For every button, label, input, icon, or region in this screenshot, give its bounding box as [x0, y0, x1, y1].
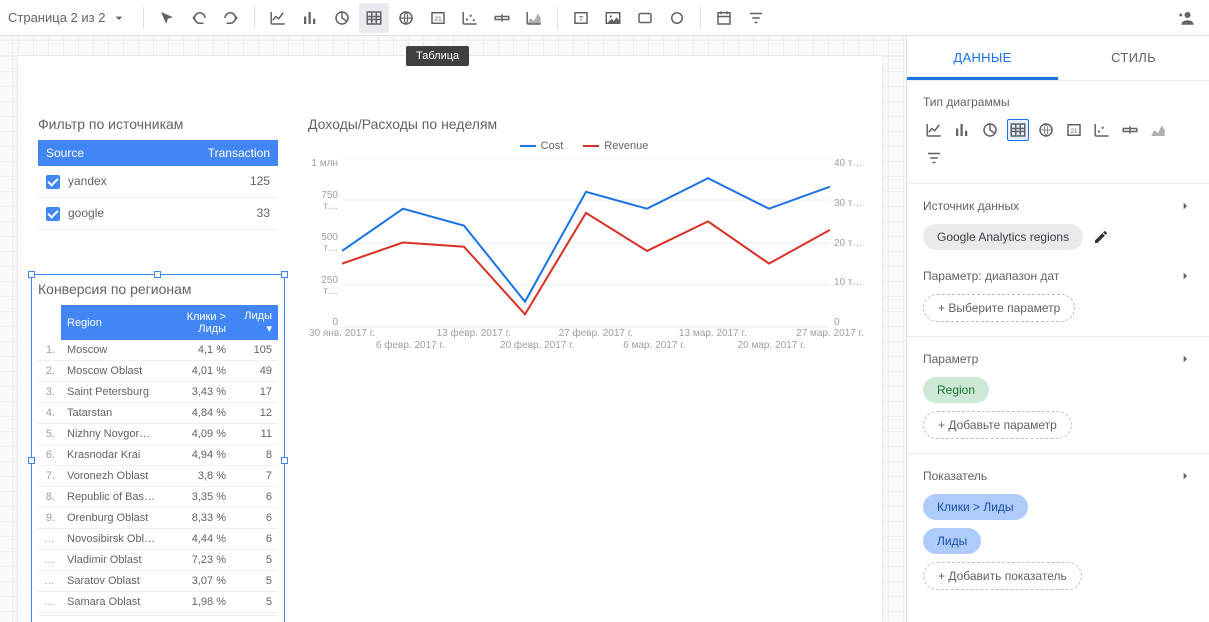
canvas: Фильтр по источникам Source Transaction … [0, 36, 906, 622]
table-chart-icon[interactable] [359, 3, 389, 33]
datasource-chip[interactable]: Google Analytics regions [923, 224, 1083, 250]
ct-filter-icon[interactable] [923, 147, 945, 169]
table-row[interactable]: …Vladimir Oblast7,23 %5 [38, 550, 278, 571]
chevron-right-icon[interactable] [1177, 351, 1193, 367]
text-tool-icon[interactable]: T [566, 3, 596, 33]
undo-button[interactable] [184, 3, 214, 33]
ct-geo-icon[interactable] [1035, 119, 1057, 141]
circle-tool-icon[interactable] [662, 3, 692, 33]
scorecard-icon[interactable]: 21 [423, 3, 453, 33]
table-row[interactable]: 9.Orenburg Oblast8,33 %6 [38, 508, 278, 529]
chart-title: Доходы/Расходы по неделям [308, 116, 860, 132]
page-info[interactable]: Страница 2 из 2 [8, 10, 127, 26]
col-leads: Лиды ▾ [232, 305, 278, 340]
checkbox-icon[interactable] [46, 175, 60, 189]
table-row[interactable]: 7.Voronezh Oblast3,8 %7 [38, 466, 278, 487]
charttype-picker: 21 [923, 119, 1193, 169]
col-source: Source [38, 140, 157, 166]
table-row[interactable]: 6.Krasnodar Krai4,94 %8 [38, 445, 278, 466]
source-row[interactable]: yandex [38, 166, 157, 197]
region-panel[interactable]: Конверсия по регионам Region Клики > Лид… [38, 281, 278, 622]
daterange-add[interactable]: + Выберите параметр [923, 294, 1075, 322]
dimension-chip[interactable]: Region [923, 377, 989, 403]
table-row[interactable]: …Samara Oblast1,98 %5 [38, 592, 278, 613]
rectangle-tool-icon[interactable] [630, 3, 660, 33]
tooltip: Таблица [406, 46, 469, 66]
bar-chart-icon[interactable] [295, 3, 325, 33]
chevron-right-icon[interactable] [1177, 468, 1193, 484]
scatter-chart-icon[interactable] [455, 3, 485, 33]
col-transaction: Transaction [157, 140, 278, 166]
add-person-icon[interactable] [1171, 3, 1201, 33]
col-clicks: Клики > Лиды [162, 305, 232, 340]
ct-table-icon[interactable] [1007, 119, 1029, 141]
tab-data[interactable]: ДАННЫЕ [907, 36, 1058, 80]
filter-panel[interactable]: Фильтр по источникам Source Transaction … [38, 116, 278, 230]
metric-add[interactable]: + Добавить показатель [923, 562, 1082, 590]
line-chart-icon[interactable] [263, 3, 293, 33]
chevron-right-icon[interactable] [1177, 198, 1193, 214]
page-label: Страница 2 из 2 [8, 10, 105, 25]
table-row[interactable]: …Novosibirsk Obl…4,44 %6 [38, 529, 278, 550]
bullet-chart-icon[interactable] [487, 3, 517, 33]
chart-panel[interactable]: Доходы/Расходы по неделям Cost Revenue 1… [308, 116, 860, 356]
area-chart-icon[interactable] [519, 3, 549, 33]
chevron-down-icon [111, 10, 127, 26]
ct-area-icon[interactable] [1147, 119, 1169, 141]
pie-chart-icon[interactable] [327, 3, 357, 33]
dimension-label: Параметр [923, 352, 978, 366]
chart-legend: Cost Revenue [308, 140, 860, 152]
cursor-tool[interactable] [152, 3, 182, 33]
image-tool-icon[interactable] [598, 3, 628, 33]
datasource-label: Источник данных [923, 199, 1019, 213]
ct-scatter-icon[interactable] [1091, 119, 1113, 141]
daterange-label: Параметр: диапазон дат [923, 269, 1059, 283]
geo-chart-icon[interactable] [391, 3, 421, 33]
sidebar: ДАННЫЕ СТИЛЬ Тип диаграммы 21 Источник д… [906, 36, 1209, 622]
metric-chip-1[interactable]: Клики > Лиды [923, 494, 1028, 520]
ct-score-icon[interactable]: 21 [1063, 119, 1085, 141]
svg-text:T: T [579, 14, 584, 23]
checkbox-icon[interactable] [46, 207, 60, 221]
metric-chip-2[interactable]: Лиды [923, 528, 981, 554]
table-row[interactable]: 2.Moscow Oblast4,01 %49 [38, 361, 278, 382]
svg-text:21: 21 [435, 16, 443, 23]
filter-control-icon[interactable] [741, 3, 771, 33]
table-row[interactable]: 1.Moscow4,1 %105 [38, 340, 278, 361]
ct-line-icon[interactable] [923, 119, 945, 141]
source-row[interactable]: google [38, 197, 157, 229]
dimension-add[interactable]: + Добавьте параметр [923, 411, 1072, 439]
chart-svg [342, 158, 830, 328]
table-pager[interactable]: 1 - 50 / 107 [38, 615, 278, 622]
svg-text:21: 21 [1071, 129, 1078, 135]
filter-title: Фильтр по источникам [38, 116, 278, 132]
table-row[interactable]: …Saratov Oblast3,07 %5 [38, 571, 278, 592]
region-title: Конверсия по регионам [38, 281, 278, 297]
charttype-label: Тип диаграммы [923, 95, 1193, 109]
metric-label: Показатель [923, 469, 987, 483]
toolbar: Страница 2 из 2 21 T [0, 0, 1209, 36]
redo-button[interactable] [216, 3, 246, 33]
table-row[interactable]: 4.Tatarstan4,84 %12 [38, 403, 278, 424]
table-row[interactable]: 3.Saint Petersburg3,43 %17 [38, 382, 278, 403]
table-row[interactable]: 5.Nizhny Novgoro…4,09 %11 [38, 424, 278, 445]
table-row[interactable]: 8.Republic of Bas…3,35 %6 [38, 487, 278, 508]
col-region: Region [61, 305, 162, 340]
chevron-right-icon[interactable] [1177, 268, 1193, 284]
edit-datasource-icon[interactable] [1093, 229, 1109, 245]
ct-pie-icon[interactable] [979, 119, 1001, 141]
daterange-control-icon[interactable] [709, 3, 739, 33]
ct-bar-icon[interactable] [951, 119, 973, 141]
tab-style[interactable]: СТИЛЬ [1058, 36, 1209, 80]
ct-bullet-icon[interactable] [1119, 119, 1141, 141]
